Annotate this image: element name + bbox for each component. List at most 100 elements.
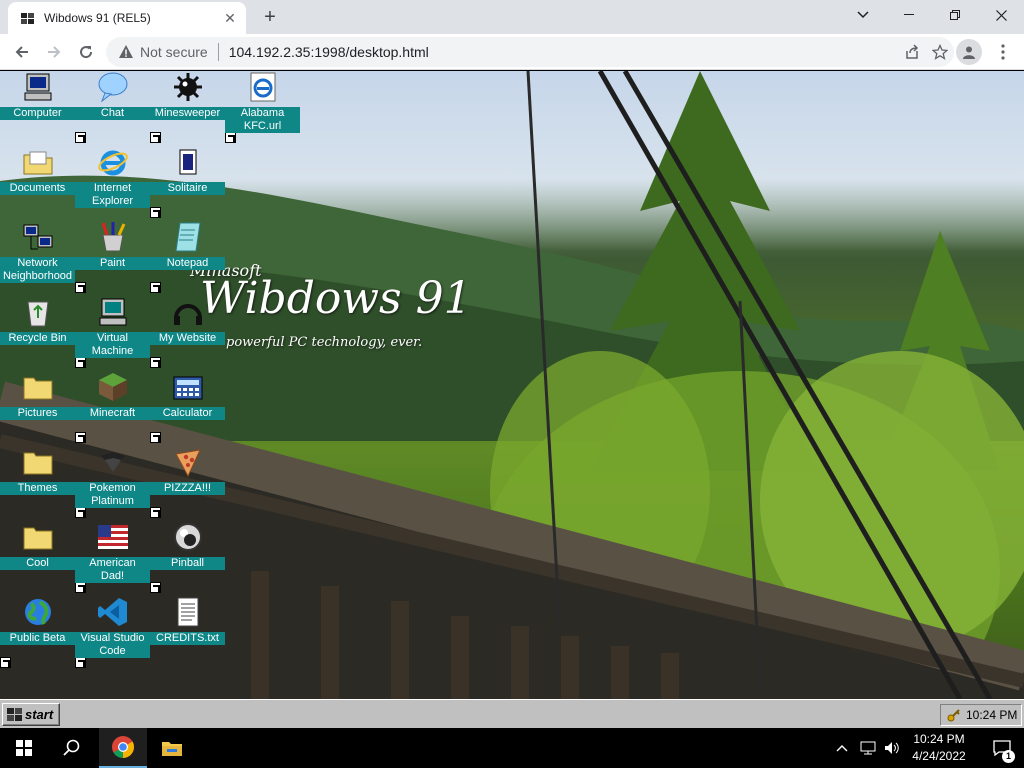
close-tab-icon[interactable]: ✕ — [218, 6, 242, 30]
virtual-machine-icon — [99, 298, 127, 326]
back-arrow-icon[interactable] — [8, 38, 36, 66]
icon-label: Chat — [75, 107, 150, 120]
share-icon[interactable] — [898, 38, 926, 66]
icon-label: PIZZZA!!! — [150, 482, 225, 495]
desktop-icon-pizzza[interactable]: PIZZZA!!! — [150, 446, 225, 518]
desktop-icon-visual-studio-code[interactable]: Visual Studio Code — [75, 596, 150, 668]
start-button[interactable]: start — [2, 703, 60, 726]
icon-label: CREDITS.txt — [150, 632, 225, 645]
desktop-icon-notepad[interactable]: Notepad — [150, 221, 225, 293]
desktop-icon-internet-explorer[interactable]: Internet Explorer — [75, 146, 150, 218]
search-icon[interactable] — [48, 728, 96, 768]
volume-icon[interactable] — [884, 741, 900, 755]
notification-center-icon[interactable]: 1 — [982, 728, 1022, 768]
desktop-icon-minecraft[interactable]: Minecraft — [75, 371, 150, 443]
tab-search-chevron-icon[interactable] — [840, 0, 886, 30]
shortcut-arrow-icon — [75, 132, 86, 143]
close-window-button[interactable] — [978, 0, 1024, 30]
key-icon[interactable] — [947, 708, 961, 722]
os-clock[interactable]: 10:24 PM 4/24/2022 — [906, 731, 972, 765]
tab-title: Wibdows 91 (REL5) — [44, 11, 151, 25]
desktop-icon-solitaire[interactable]: Solitaire — [150, 146, 225, 218]
desktop-icon-pinball[interactable]: Pinball — [150, 521, 225, 593]
desktop-icon-cool[interactable]: Cool — [0, 521, 75, 593]
desktop-icon-credits[interactable]: CREDITS.txt — [150, 596, 225, 668]
desktop-icon-minesweeper[interactable]: Minesweeper — [150, 71, 225, 143]
desktop-icon-pictures[interactable]: Pictures — [0, 371, 75, 443]
browser-toolbar: Not secure 104.192.2.35:1998/desktop.htm… — [0, 34, 1024, 70]
folder-icon — [23, 377, 53, 400]
desktop-icon-recycle-bin[interactable]: Recycle Bin — [0, 296, 75, 368]
wibdows-desktop[interactable]: Minasoft Wibdows 91 powerful PC technolo… — [0, 71, 1024, 699]
wibdows-favicon-icon — [21, 13, 34, 24]
icon-label: Themes — [0, 482, 75, 495]
icon-label: Network Neighborhood — [0, 257, 75, 283]
desktop-icon-public-beta[interactable]: Public Beta — [0, 596, 75, 668]
desktop-icon-american-dad[interactable]: American Dad! — [75, 521, 150, 593]
os-time: 10:24 PM — [913, 732, 965, 746]
shortcut-arrow-icon — [0, 657, 11, 668]
system-tray: 10:24 PM — [940, 704, 1022, 726]
icon-label: Internet Explorer — [75, 182, 150, 208]
paint-icon — [101, 222, 126, 252]
desktop-icon-computer[interactable]: Computer — [0, 71, 75, 143]
desktop-icon-paint[interactable]: Paint — [75, 221, 150, 293]
chevron-up-icon[interactable] — [836, 744, 848, 752]
shortcut-arrow-icon — [75, 507, 86, 518]
pokemon-icon — [101, 452, 125, 472]
bookmark-star-icon[interactable] — [926, 38, 954, 66]
desktop-icon-documents[interactable]: Documents — [0, 146, 75, 218]
documents-folder-icon — [23, 151, 53, 175]
reload-icon[interactable] — [72, 38, 100, 66]
icon-label: My Website — [150, 332, 225, 345]
solitaire-icon — [179, 149, 197, 175]
icon-label: Solitaire — [150, 182, 225, 195]
browser-tab-bar: Wibdows 91 (REL5) ✕ + — [0, 0, 1024, 34]
globe-icon — [25, 599, 51, 625]
profile-avatar-icon[interactable] — [956, 39, 982, 65]
icon-label: Alabama KFC.url — [225, 107, 300, 133]
forward-arrow-icon[interactable] — [40, 38, 68, 66]
desktop-icon-chat[interactable]: Chat — [75, 71, 150, 143]
address-bar[interactable]: Not secure 104.192.2.35:1998/desktop.htm… — [106, 37, 954, 67]
browser-tab[interactable]: Wibdows 91 (REL5) ✕ — [8, 2, 246, 34]
ie-link-icon — [250, 72, 276, 102]
new-tab-button[interactable]: + — [256, 5, 284, 29]
network-icon — [23, 224, 53, 250]
icon-label: Cool — [0, 557, 75, 570]
kebab-menu-icon[interactable] — [990, 39, 1016, 65]
folder-icon — [23, 527, 53, 550]
network-tray-icon[interactable] — [860, 741, 876, 755]
desktop-icon-calculator[interactable]: Calculator — [150, 371, 225, 443]
chrome-taskbar-icon[interactable] — [99, 728, 147, 768]
os-date: 4/24/2022 — [912, 749, 966, 763]
folder-icon — [23, 452, 53, 475]
wibdows-taskbar: start 10:24 PM — [0, 699, 1024, 729]
icon-label: Minesweeper — [150, 107, 225, 120]
desktop-icon-virtual-machine[interactable]: Virtual Machine — [75, 296, 150, 368]
url-text[interactable]: 104.192.2.35:1998/desktop.html — [229, 44, 898, 60]
computer-icon — [24, 73, 52, 101]
shortcut-arrow-icon — [75, 657, 86, 668]
icon-label: Pinball — [150, 557, 225, 570]
desktop-icon-my-website[interactable]: My Website — [150, 296, 225, 368]
internet-explorer-icon — [98, 150, 128, 176]
shortcut-arrow-icon — [75, 282, 86, 293]
desktop-icon-alabama-kfc[interactable]: Alabama KFC.url — [225, 71, 300, 143]
minimize-button[interactable] — [886, 0, 932, 30]
not-secure-label[interactable]: Not secure — [140, 44, 208, 60]
desktop-icon-network-neighborhood[interactable]: Network Neighborhood — [0, 221, 75, 293]
shortcut-arrow-icon — [150, 132, 161, 143]
shortcut-arrow-icon — [75, 432, 86, 443]
desktop-icon-themes[interactable]: Themes — [0, 446, 75, 518]
icon-label: Notepad — [150, 257, 225, 270]
warning-icon[interactable] — [118, 44, 134, 60]
os-tray-icons — [836, 728, 900, 768]
desktop-icon-pokemon-platinum[interactable]: Pokemon Platinum — [75, 446, 150, 518]
shortcut-arrow-icon — [225, 132, 236, 143]
icon-label: Recycle Bin — [0, 332, 75, 345]
minesweeper-icon — [174, 73, 202, 101]
file-explorer-icon[interactable] — [148, 728, 196, 768]
restore-button[interactable] — [932, 0, 978, 30]
windows-start-icon[interactable] — [0, 728, 48, 768]
